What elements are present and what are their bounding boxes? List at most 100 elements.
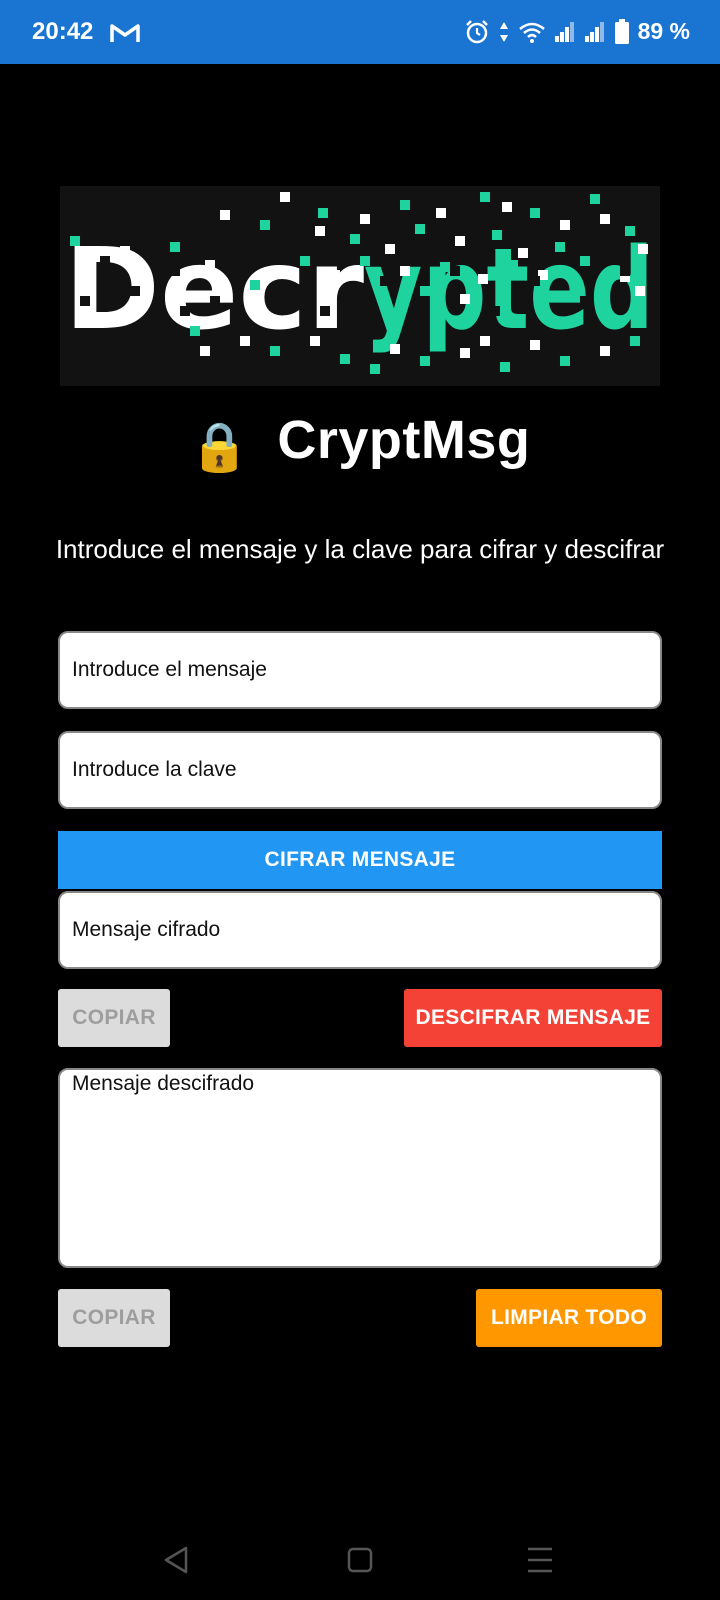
banner-pixel [600, 346, 610, 356]
banner-pixel [480, 336, 490, 346]
banner-pixel-hole [290, 286, 300, 296]
back-icon[interactable] [162, 1520, 190, 1600]
banner-pixel [560, 356, 570, 366]
banner-pixel [400, 200, 410, 210]
decrypt-button[interactable]: DESCIFRAR MENSAJE [404, 989, 662, 1047]
banner-pixel [460, 348, 470, 358]
banner-pixel [360, 214, 370, 224]
banner-pixel [340, 354, 350, 364]
menu-icon[interactable] [526, 1520, 554, 1600]
banner-pixel [570, 290, 580, 300]
banner-pixel [436, 208, 446, 218]
banner-pixel-hole [490, 306, 500, 316]
decrypted-message-field[interactable]: Mensaje descifrado [58, 1068, 662, 1268]
hero-banner: Decr ypted [60, 186, 660, 386]
banner-pixel [530, 208, 540, 218]
svg-text:ypted: ypted [364, 225, 654, 355]
banner-pixel-hole [80, 296, 90, 306]
encrypted-message-placeholder: Mensaje cifrado [72, 918, 221, 941]
svg-text:Decr: Decr [64, 225, 364, 355]
banner-pixel [315, 226, 325, 236]
banner-pixel [440, 262, 450, 272]
banner-pixel [560, 220, 570, 230]
banner-pixel-hole [100, 256, 110, 266]
lock-icon: 🔒 [189, 421, 250, 474]
banner-pixel [415, 224, 425, 234]
encrypt-button[interactable]: CIFRAR MENSAJE [58, 831, 662, 889]
banner-pixel [480, 192, 490, 202]
banner-pixel [240, 336, 250, 346]
banner-pixel-hole [380, 276, 390, 286]
banner-pixel [310, 336, 320, 346]
banner-pixel [508, 260, 518, 270]
banner-pixel [638, 244, 648, 254]
copy-encrypted-button[interactable]: COPIAR [58, 989, 170, 1047]
banner-pixel [205, 260, 215, 270]
key-input[interactable]: Introduce la clave [58, 731, 662, 809]
banner-pixel [460, 294, 470, 304]
banner-pixel [420, 356, 430, 366]
signal-icon-2 [584, 21, 604, 42]
battery-percent: 89 % [637, 18, 690, 44]
banner-pixel [530, 340, 540, 350]
message-input[interactable]: Introduce el mensaje [58, 631, 662, 709]
status-icons: 89 % [464, 18, 690, 45]
banner-pixel [190, 326, 200, 336]
banner-pixel [250, 280, 260, 290]
banner-pixel [220, 210, 230, 220]
banner-pixel-hole [210, 296, 220, 306]
banner-pixel [635, 286, 645, 296]
banner-pixel [385, 244, 395, 254]
banner-pixel-hole [250, 256, 260, 266]
banner-pixel [420, 286, 430, 296]
banner-pixel [580, 256, 590, 266]
app-title: CryptMsg [277, 410, 531, 470]
banner-pixel-hole [620, 266, 630, 276]
banner-pixel [280, 192, 290, 202]
signal-icon [554, 21, 574, 42]
banner-pixel-hole [180, 306, 190, 316]
banner-pixel [555, 242, 565, 252]
banner-pixel-hole [170, 266, 180, 276]
banner-pixel [600, 214, 610, 224]
banner-pixel [625, 226, 635, 236]
message-input-placeholder: Introduce el mensaje [72, 658, 267, 681]
decrypted-banner-image: Decr ypted [64, 192, 654, 374]
banner-pixel [455, 236, 465, 246]
home-icon[interactable] [346, 1520, 374, 1600]
banner-pixel [350, 234, 360, 244]
key-input-placeholder: Introduce la clave [72, 758, 237, 781]
alarm-icon [465, 19, 488, 43]
banner-pixel [70, 236, 80, 246]
banner-pixel [360, 256, 370, 266]
banner-pixel [260, 220, 270, 230]
decrypted-message-placeholder: Mensaje descifrado [72, 1072, 255, 1095]
banner-pixel [270, 346, 280, 356]
banner-pixel [370, 364, 380, 374]
banner-pixel-hole [530, 276, 540, 286]
banner-pixel [492, 230, 502, 240]
banner-pixel-hole [410, 306, 420, 316]
banner-pixel [390, 344, 400, 354]
copy-decrypted-button[interactable]: COPIAR [58, 1289, 170, 1347]
encrypted-message-field[interactable]: Mensaje cifrado [58, 891, 662, 969]
banner-pixel-hole [130, 286, 140, 296]
banner-pixel-hole [450, 266, 460, 276]
banner-pixel [170, 242, 180, 252]
banner-pixel-hole [320, 306, 330, 316]
instructions-text: Introduce el mensaje y la clave para cif… [55, 534, 665, 564]
clear-all-button[interactable]: LIMPIAR TODO [476, 1289, 662, 1347]
banner-pixel [400, 266, 410, 276]
title-row: 🔒 CryptMsg [0, 400, 720, 480]
data-arrows-icon [499, 21, 508, 42]
banner-pixel [330, 270, 340, 280]
banner-pixel [630, 336, 640, 346]
navigation-bar [0, 1520, 720, 1600]
banner-pixel [200, 346, 210, 356]
banner-pixel [318, 208, 328, 218]
banner-pixel [500, 362, 510, 372]
banner-pixel [300, 256, 310, 266]
status-bar: 20:42 89 % [0, 0, 720, 64]
banner-pixel [120, 246, 130, 256]
wifi-icon [518, 22, 545, 43]
